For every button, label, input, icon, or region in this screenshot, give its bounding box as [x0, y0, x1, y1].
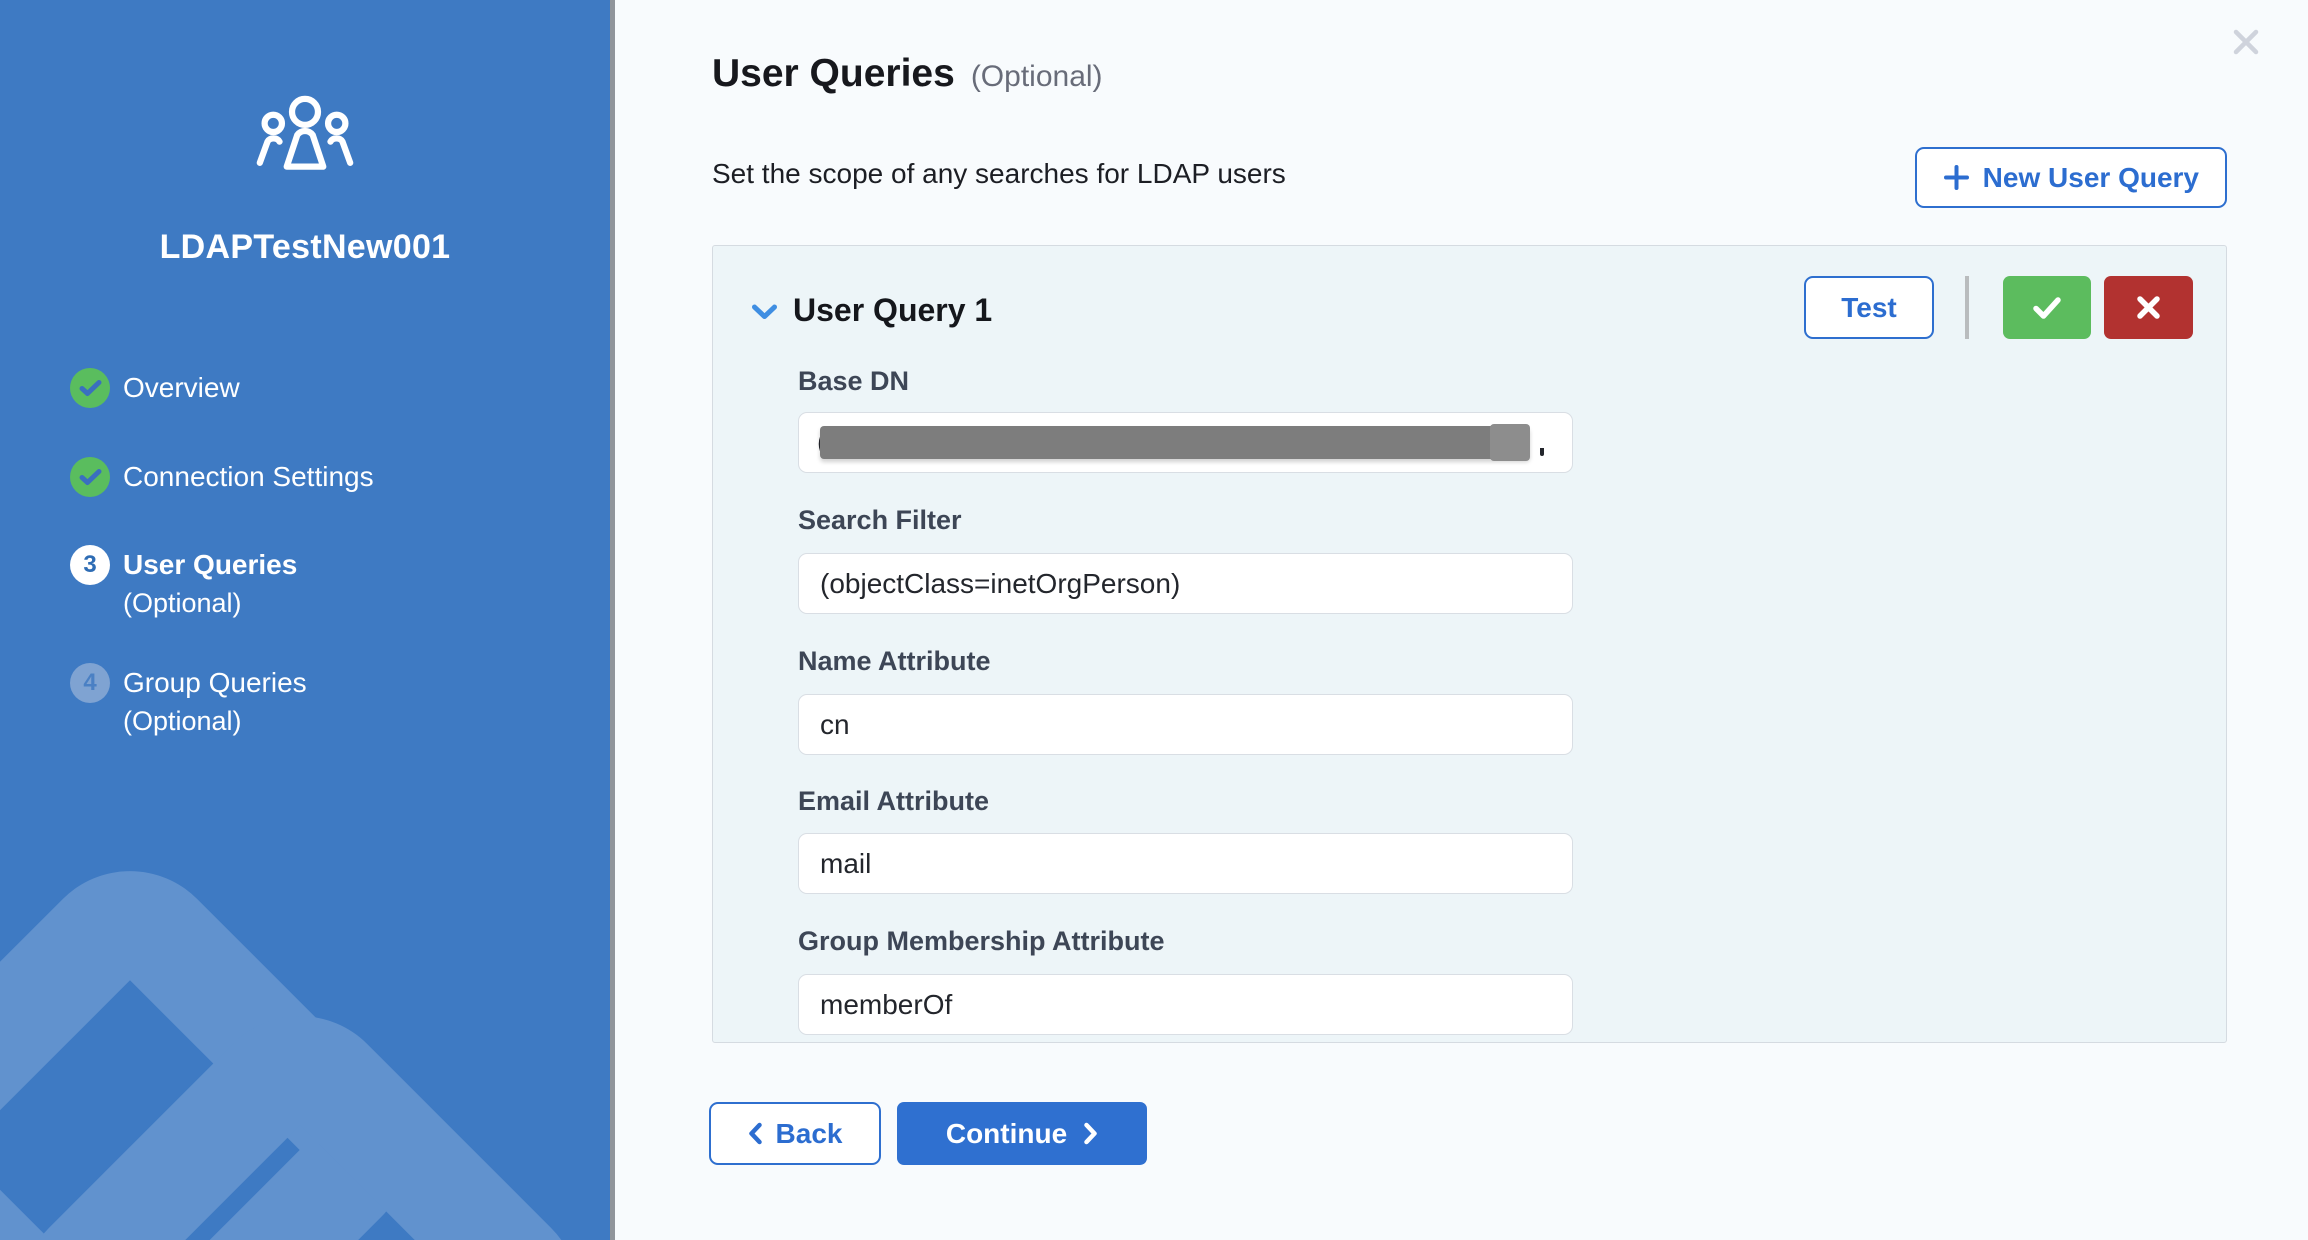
chevron-left-icon: [748, 1122, 763, 1145]
step-label: User Queries: [123, 545, 297, 585]
group-membership-attribute-label: Group Membership Attribute: [798, 926, 1165, 957]
chevron-right-icon: [1083, 1122, 1098, 1145]
user-query-panel: User Query 1 Test Base DN (: [712, 245, 2227, 1043]
base-dn-label: Base DN: [798, 366, 909, 397]
close-icon[interactable]: [2226, 22, 2266, 62]
step-complete-icon: [70, 368, 110, 408]
step-complete-icon: [70, 457, 110, 497]
redaction-descender: [1540, 448, 1544, 456]
delete-button[interactable]: [2104, 276, 2193, 339]
x-icon: [2136, 295, 2161, 320]
page-subtitle: Set the scope of any searches for LDAP u…: [712, 158, 1286, 190]
group-membership-attribute-input[interactable]: [798, 974, 1573, 1035]
new-user-query-button[interactable]: New User Query: [1915, 147, 2227, 208]
plus-icon: [1943, 164, 1970, 191]
sidebar: LDAPTestNew001 Overview Connection Setti…: [0, 0, 615, 1240]
page-title-text: User Queries: [712, 52, 955, 95]
name-attribute-label: Name Attribute: [798, 646, 991, 677]
back-label: Back: [776, 1118, 843, 1150]
user-query-title: User Query 1: [793, 292, 992, 329]
back-button[interactable]: Back: [709, 1102, 881, 1165]
check-icon: [2032, 296, 2062, 320]
name-attribute-input[interactable]: [798, 694, 1573, 755]
step-sublabel: (Optional): [123, 585, 242, 621]
confirm-button[interactable]: [2003, 276, 2091, 339]
step-number-badge: 4: [70, 663, 110, 703]
users-group-icon: [0, 92, 610, 179]
page-title: User Queries (Optional): [712, 52, 1103, 96]
chevron-down-icon[interactable]: [751, 303, 778, 326]
step-label: Group Queries: [123, 663, 307, 703]
redaction-bar: [820, 426, 1530, 459]
connection-name: LDAPTestNew001: [0, 228, 610, 267]
email-attribute-label: Email Attribute: [798, 786, 989, 817]
continue-button[interactable]: Continue: [897, 1102, 1147, 1165]
test-button[interactable]: Test: [1804, 276, 1934, 339]
base-dn-input[interactable]: (: [798, 412, 1573, 473]
main-content: User Queries (Optional) Set the scope of …: [615, 0, 2308, 1240]
step-number-badge: 3: [70, 545, 110, 585]
ldap-setup-modal: LDAPTestNew001 Overview Connection Setti…: [0, 0, 2308, 1240]
page-title-optional: (Optional): [971, 60, 1103, 93]
search-filter-label: Search Filter: [798, 505, 962, 536]
button-divider: [1965, 276, 1969, 339]
new-user-query-label: New User Query: [1983, 162, 2199, 194]
email-attribute-input[interactable]: [798, 833, 1573, 894]
step-sublabel: (Optional): [123, 703, 242, 739]
step-label: Connection Settings: [123, 457, 374, 497]
step-label: Overview: [123, 368, 240, 408]
continue-label: Continue: [946, 1118, 1067, 1150]
search-filter-input[interactable]: [798, 553, 1573, 614]
redaction-bar-end: [1490, 424, 1530, 461]
